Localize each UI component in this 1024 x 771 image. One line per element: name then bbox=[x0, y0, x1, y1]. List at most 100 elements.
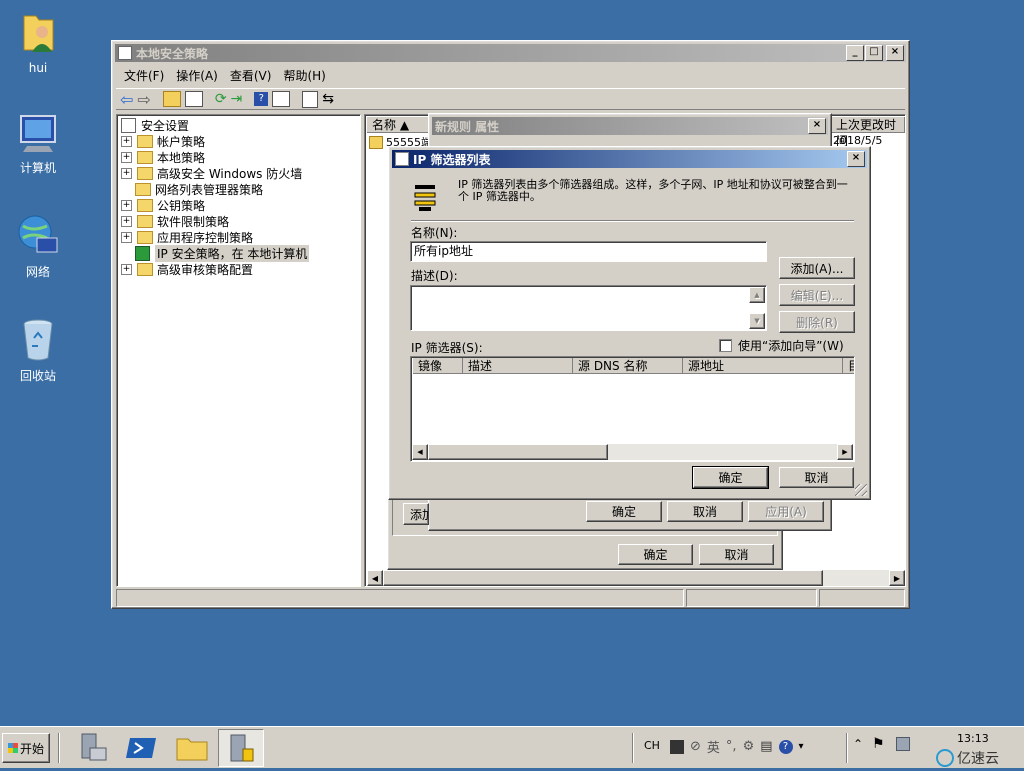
desktop-icon-recycle-bin[interactable]: 回收站 bbox=[3, 316, 73, 384]
expand-icon[interactable]: + bbox=[121, 135, 132, 147]
name-input[interactable]: 所有ip地址 bbox=[410, 241, 767, 262]
column-header-mirrored[interactable]: 镜像 bbox=[413, 358, 463, 374]
forward-arrow-icon[interactable]: ⇨ bbox=[137, 90, 150, 109]
dialog-titlebar[interactable]: IP 筛选器列表 × bbox=[392, 150, 867, 168]
edit-filter-button[interactable]: 编辑(E)... bbox=[779, 284, 855, 306]
status-pane bbox=[116, 589, 684, 607]
expand-icon[interactable]: + bbox=[121, 167, 132, 179]
show-hidden-icons[interactable]: ⌃ bbox=[853, 737, 863, 751]
assign-policy-icon[interactable] bbox=[302, 90, 319, 108]
expand-icon[interactable]: + bbox=[121, 263, 132, 275]
menu-view[interactable]: 查看(V) bbox=[224, 67, 278, 84]
ok-button[interactable]: 确定 bbox=[618, 544, 693, 565]
keyboard-icon[interactable] bbox=[670, 739, 684, 754]
ok-button[interactable]: 确定 bbox=[692, 466, 769, 489]
expand-icon[interactable]: + bbox=[121, 215, 132, 227]
scroll-left-button[interactable]: ◀ bbox=[412, 444, 428, 460]
column-header-last-modified[interactable]: 上次更改时间 bbox=[831, 117, 905, 148]
expand-icon[interactable]: + bbox=[121, 231, 132, 243]
column-header-source-dns[interactable]: 源 DNS 名称 bbox=[573, 358, 683, 374]
use-wizard-checkbox-row[interactable]: 使用“添加向导”(W) bbox=[719, 337, 844, 354]
window-titlebar[interactable]: 本地安全策略 _ □ × bbox=[115, 44, 906, 62]
network-tray-icon[interactable] bbox=[896, 737, 910, 751]
use-wizard-checkbox[interactable] bbox=[719, 339, 732, 352]
ime-mode-label[interactable]: 英 bbox=[707, 737, 720, 756]
clock[interactable]: 13:13 bbox=[957, 732, 989, 745]
scroll-left-button[interactable]: ◀ bbox=[367, 570, 383, 586]
filter-list-view[interactable]: 镜像 描述 源 DNS 名称 源地址 目 ◀ ▶ bbox=[410, 356, 855, 462]
powershell-icon[interactable] bbox=[124, 730, 160, 766]
properties-icon[interactable] bbox=[272, 91, 291, 107]
desktop-icon-computer[interactable]: 计算机 bbox=[3, 112, 73, 176]
desktop-icon-hui[interactable]: hui bbox=[3, 8, 73, 75]
disabled-icon[interactable]: ⊘ bbox=[690, 739, 701, 754]
menu-action[interactable]: 操作(A) bbox=[170, 67, 224, 84]
cancel-button[interactable]: 取消 bbox=[667, 501, 743, 522]
remove-filter-button[interactable]: 删除(R) bbox=[779, 311, 855, 333]
column-header-name[interactable]: 名称 ▲ bbox=[367, 117, 431, 133]
refresh-icon[interactable]: ⟳ bbox=[215, 91, 227, 107]
ok-button[interactable]: 确定 bbox=[586, 501, 662, 522]
policy-icon bbox=[369, 135, 383, 149]
expand-icon[interactable]: + bbox=[121, 199, 132, 211]
desktop-icon-label: 回收站 bbox=[19, 369, 56, 383]
list-horizontal-scrollbar[interactable]: ◀ ▶ bbox=[412, 444, 853, 460]
punctuation-icon[interactable]: °, bbox=[726, 739, 737, 754]
back-arrow-icon[interactable]: ⇦ bbox=[120, 90, 133, 109]
desktop-icon-network[interactable]: 网络 bbox=[3, 212, 73, 280]
close-button[interactable]: × bbox=[886, 45, 904, 61]
minimize-button[interactable]: _ bbox=[846, 45, 864, 61]
help-icon[interactable]: ? bbox=[254, 92, 269, 106]
list-horizontal-scrollbar[interactable]: ◀ ▶ bbox=[367, 570, 905, 586]
ime-toolbar[interactable]: ⊘ 英 °, ⚙ ▤ ? ▾ bbox=[670, 737, 804, 756]
column-header-description[interactable]: 描述 bbox=[463, 358, 573, 374]
ime-options-icon[interactable]: ▾ bbox=[799, 741, 804, 752]
close-button[interactable]: × bbox=[847, 151, 865, 167]
scroll-thumb[interactable] bbox=[383, 570, 823, 586]
tree-item[interactable]: 网络列表管理器策略 bbox=[121, 181, 360, 197]
show-hide-tree-icon[interactable] bbox=[184, 91, 203, 107]
softkeyboard-icon[interactable]: ▤ bbox=[760, 739, 772, 754]
language-indicator[interactable]: CH bbox=[644, 739, 660, 752]
manage-filters-icon[interactable]: ⇆ bbox=[322, 91, 334, 107]
tree-item[interactable]: + 本地策略 bbox=[121, 149, 360, 165]
action-center-flag-icon[interactable]: ⚑ bbox=[872, 736, 885, 752]
cancel-button[interactable]: 取消 bbox=[699, 544, 774, 565]
tree-item[interactable]: 安全设置 bbox=[121, 117, 360, 133]
menu-help[interactable]: 帮助(H) bbox=[277, 67, 331, 84]
tree-item[interactable]: + 高级安全 Windows 防火墙 bbox=[121, 165, 360, 181]
close-button[interactable]: × bbox=[808, 118, 826, 134]
server-manager-icon[interactable] bbox=[74, 730, 110, 766]
expand-icon[interactable]: + bbox=[121, 151, 132, 163]
tree-item-ip-security[interactable]: IP 安全策略，在 本地计算机 bbox=[121, 244, 360, 262]
tools-icon[interactable]: ⚙ bbox=[743, 739, 755, 754]
network-icon bbox=[18, 215, 58, 253]
description-textarea[interactable]: ▲ ▼ bbox=[410, 285, 767, 331]
dialog-titlebar[interactable]: 新规则 属性 × bbox=[432, 117, 828, 135]
resize-grip[interactable] bbox=[855, 484, 867, 496]
column-header-destination[interactable]: 目 bbox=[843, 358, 854, 374]
export-list-icon[interactable]: ⇥ bbox=[231, 91, 243, 107]
add-filter-button[interactable]: 添加(A)... bbox=[779, 257, 855, 279]
column-header-source-address[interactable]: 源地址 bbox=[683, 358, 843, 374]
tree-item[interactable]: + 公钥策略 bbox=[121, 197, 360, 213]
start-button[interactable]: 开始 bbox=[2, 733, 50, 763]
scroll-thumb[interactable] bbox=[428, 444, 608, 460]
scroll-up-button[interactable]: ▲ bbox=[749, 287, 765, 303]
ime-help-icon[interactable]: ? bbox=[778, 739, 793, 754]
apply-button[interactable]: 应用(A) bbox=[748, 501, 824, 522]
taskbar-active-app[interactable] bbox=[218, 729, 264, 767]
tree-item[interactable]: + 帐户策略 bbox=[121, 133, 360, 149]
cancel-button[interactable]: 取消 bbox=[779, 467, 854, 488]
scroll-right-button[interactable]: ▶ bbox=[889, 570, 905, 586]
scroll-down-button[interactable]: ▼ bbox=[749, 313, 765, 329]
explorer-folder-icon[interactable] bbox=[174, 730, 210, 766]
menu-file[interactable]: 文件(F) bbox=[118, 67, 170, 84]
tree-item[interactable]: + 软件限制策略 bbox=[121, 213, 360, 229]
up-folder-icon[interactable] bbox=[162, 91, 181, 107]
scroll-right-button[interactable]: ▶ bbox=[837, 444, 853, 460]
add-button-partial[interactable]: 添加 bbox=[403, 503, 429, 525]
tree-item[interactable]: + 应用程序控制策略 bbox=[121, 229, 360, 245]
maximize-button[interactable]: □ bbox=[865, 45, 883, 61]
tree-item[interactable]: + 高级审核策略配置 bbox=[121, 261, 360, 277]
